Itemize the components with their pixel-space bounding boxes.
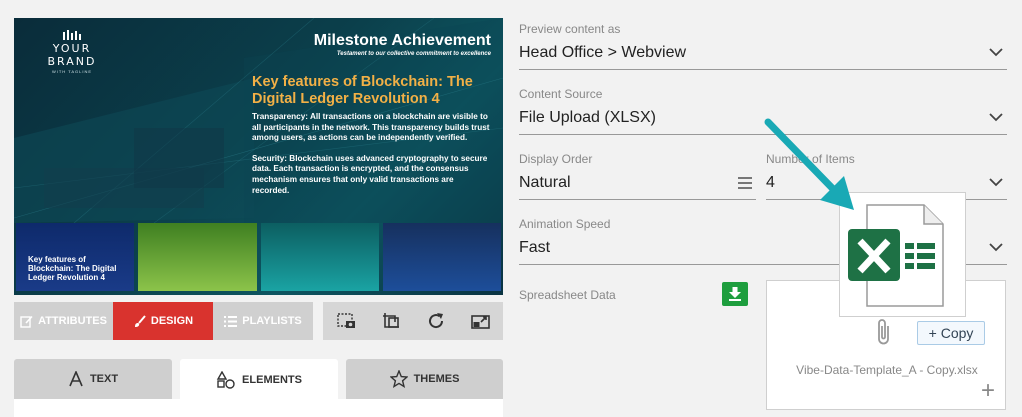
chevron-down-icon	[989, 243, 1003, 252]
paperclip-icon	[878, 319, 889, 345]
uploaded-file-name: Vibe-Data-Template_A - Copy.xlsx	[796, 363, 978, 377]
preview-as-value: Head Office > Webview	[519, 44, 687, 61]
design-button[interactable]: DESIGN	[113, 302, 213, 340]
design-tabs: TEXT ELEMENTS THEMES	[14, 359, 503, 417]
screenshot-icon	[336, 313, 355, 328]
copy-label: Copy	[940, 325, 974, 341]
preview-paragraph: Transparency: All transactions on a bloc…	[252, 112, 490, 143]
preview-body: Transparency: All transactions on a bloc…	[252, 112, 492, 196]
crop-icon	[382, 313, 399, 328]
slide-thumbnail[interactable]	[382, 223, 501, 291]
download-icon	[729, 287, 741, 301]
add-file-button[interactable]: +	[981, 379, 995, 403]
content-preview: YOUR BRAND WITH TAGLINE Milestone Achiev…	[14, 18, 503, 295]
brand-tagline: WITH TAGLINE	[51, 69, 93, 74]
arrow-pointer-icon	[764, 118, 854, 210]
preview-title: Milestone Achievement	[313, 32, 491, 49]
slide-thumbnails: Key features of Blockchain: The Digital …	[14, 223, 503, 291]
preview-as-label: Preview content as	[519, 22, 621, 36]
field-underline	[519, 69, 1007, 70]
brand-mark-icon	[63, 30, 81, 40]
slide-thumbnail[interactable]	[260, 223, 379, 291]
design-label: DESIGN	[150, 315, 194, 327]
resize-button[interactable]	[458, 302, 503, 340]
tab-elements-label: ELEMENTS	[242, 374, 302, 386]
display-order-value: Natural	[519, 174, 571, 191]
text-icon	[69, 371, 83, 387]
brand-logo: YOUR BRAND WITH TAGLINE	[26, 30, 118, 74]
layers-button[interactable]	[368, 302, 413, 340]
display-order-select[interactable]: Display Order Natural	[519, 152, 756, 200]
preview-as-select[interactable]: Preview content as Head Office > Webview	[519, 22, 1007, 70]
tab-text[interactable]: TEXT	[14, 359, 172, 399]
list-icon	[224, 315, 238, 327]
slide-thumbnail[interactable]	[138, 223, 257, 291]
refresh-icon	[428, 313, 443, 329]
preview-subtitle: Testament to our collective commitment t…	[336, 51, 491, 57]
tab-themes-label: THEMES	[413, 373, 460, 385]
brand-name: YOUR BRAND	[47, 42, 97, 68]
attributes-button[interactable]: ATTRIBUTES	[14, 302, 113, 340]
plus-icon: +	[928, 325, 937, 341]
tab-themes[interactable]: THEMES	[346, 359, 503, 399]
resize-icon	[470, 315, 490, 329]
toolbar-icon-group	[323, 302, 503, 340]
field-underline	[519, 199, 756, 200]
copy-drop-badge: + Copy	[917, 321, 985, 345]
chevron-down-icon	[989, 48, 1003, 57]
download-template-button[interactable]	[722, 282, 748, 306]
preview-paragraph: Security: Blockchain uses advanced crypt…	[252, 153, 488, 195]
playlists-button[interactable]: PLAYLISTS	[213, 302, 313, 340]
preview-heading: Key features of Blockchain: The Digital …	[252, 74, 473, 107]
tab-elements[interactable]: ELEMENTS	[180, 359, 338, 401]
thumbnail-caption: Key features of Blockchain: The Digital …	[28, 255, 117, 282]
screenshot-button[interactable]	[323, 302, 368, 340]
chevron-down-icon	[989, 178, 1003, 187]
display-order-label: Display Order	[519, 152, 593, 166]
playlists-label: PLAYLISTS	[242, 315, 302, 327]
chevron-down-icon	[989, 113, 1003, 122]
tab-panel	[14, 399, 503, 417]
tab-text-label: TEXT	[89, 373, 119, 385]
spreadsheet-data-label: Spreadsheet Data	[519, 288, 616, 302]
star-icon	[389, 370, 408, 388]
slide-thumbnail[interactable]: Key features of Blockchain: The Digital …	[16, 223, 135, 291]
brush-icon	[134, 314, 146, 327]
edit-icon	[20, 315, 33, 328]
editor-toolbar: ATTRIBUTES DESIGN PLAYLISTS	[14, 302, 503, 340]
content-source-label: Content Source	[519, 87, 603, 101]
refresh-button[interactable]	[413, 302, 458, 340]
attributes-label: ATTRIBUTES	[38, 315, 107, 327]
shapes-icon	[216, 371, 235, 389]
toolbar-spacer	[313, 302, 323, 340]
hamburger-menu-icon[interactable]	[738, 177, 752, 189]
